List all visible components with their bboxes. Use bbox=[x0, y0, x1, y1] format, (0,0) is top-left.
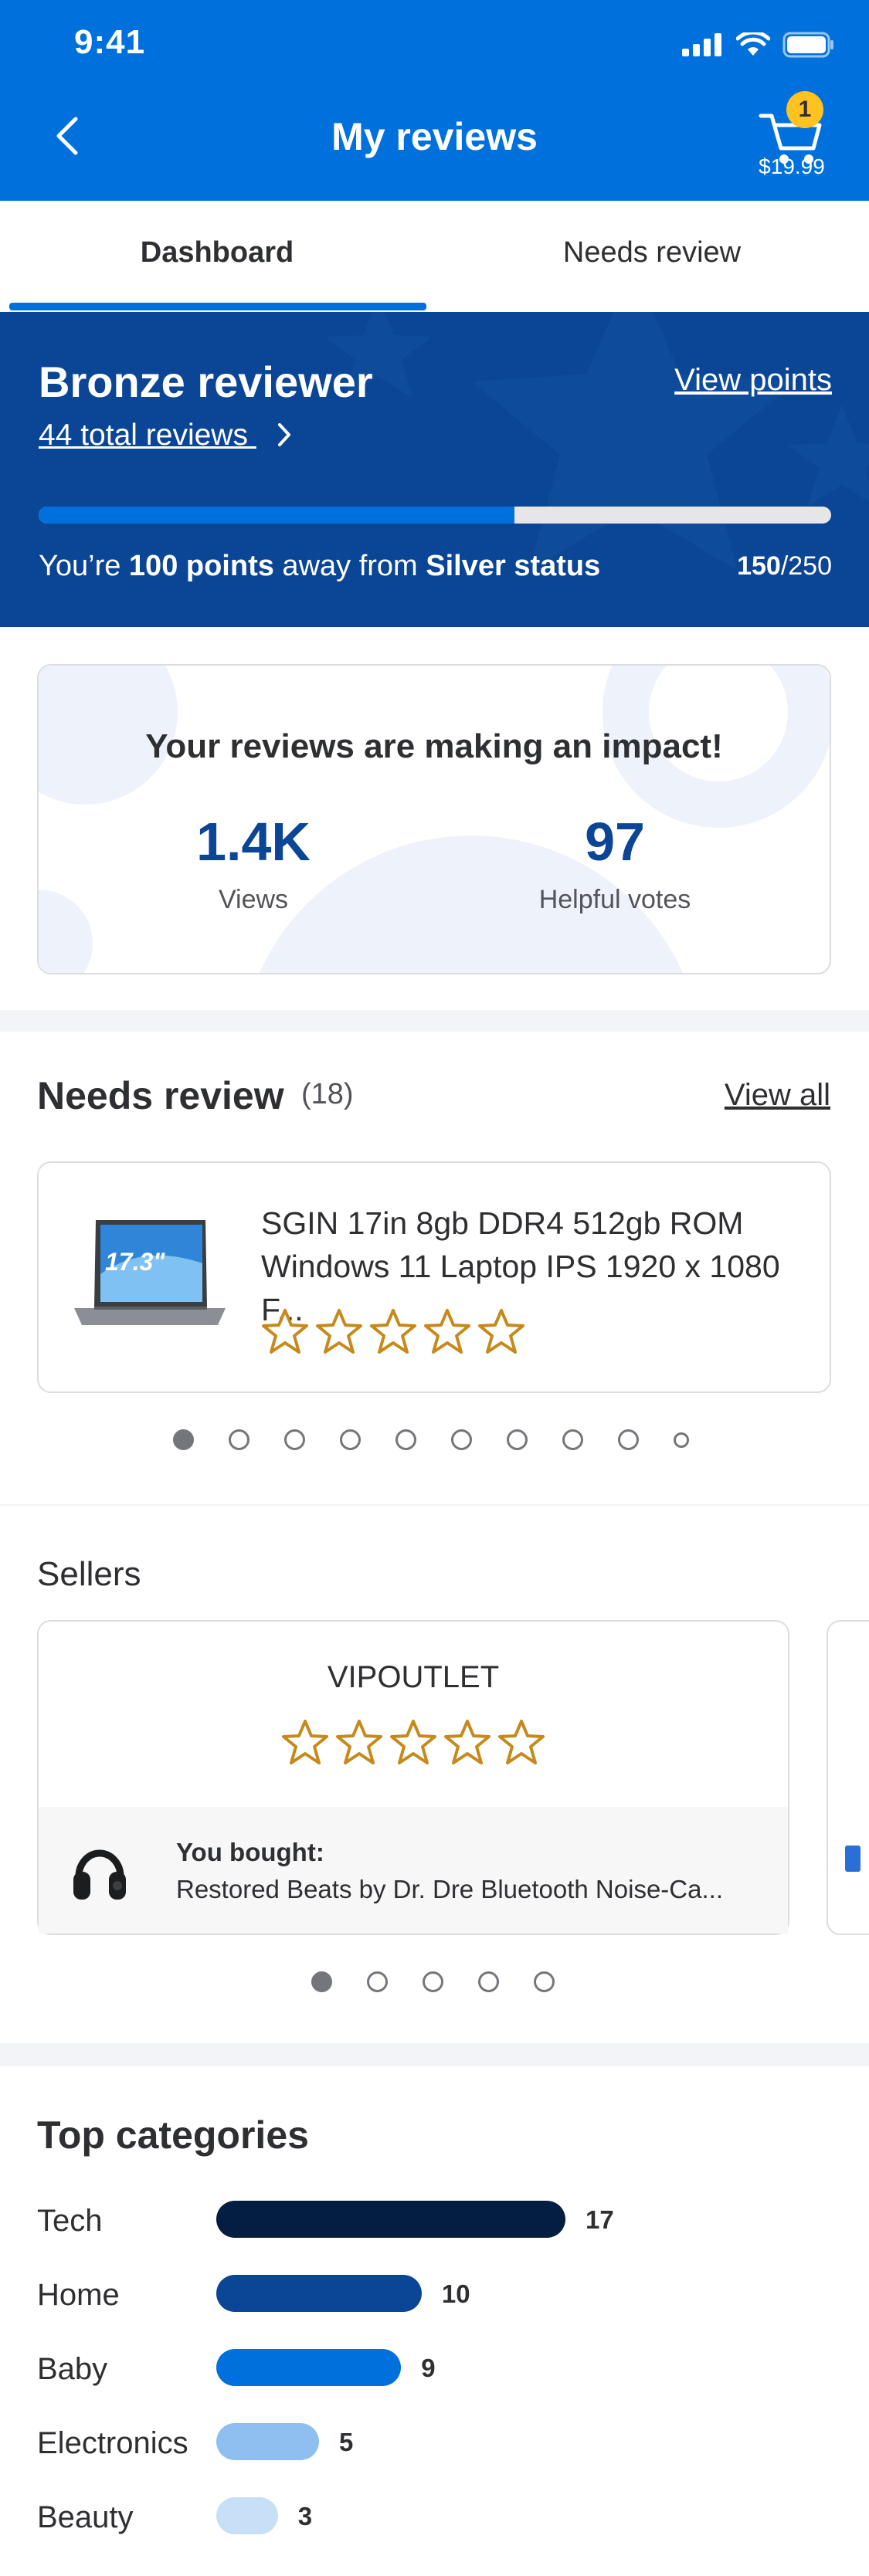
pagination-dot[interactable] bbox=[229, 1429, 249, 1450]
pagination-dot[interactable] bbox=[507, 1429, 528, 1450]
category-label: Home bbox=[37, 2278, 120, 2312]
points-total: /250 bbox=[780, 551, 832, 581]
category-count: 5 bbox=[338, 2428, 354, 2456]
star-outline-icon[interactable] bbox=[335, 1719, 383, 1767]
laptop-image: 17.3" bbox=[74, 1220, 226, 1328]
helpful-votes-value: 97 bbox=[585, 812, 645, 872]
needs-review-count: (18) bbox=[301, 1078, 354, 1110]
category-count: 9 bbox=[421, 2354, 436, 2382]
progress-msg-middle: away from bbox=[273, 550, 426, 582]
points-current: 150 bbox=[737, 551, 781, 581]
star-outline-icon[interactable] bbox=[315, 1308, 363, 1356]
category-count: 10 bbox=[441, 2279, 470, 2308]
pagination-dot[interactable] bbox=[173, 1429, 194, 1450]
bought-item-name: Restored Beats by Dr. Dre Bluetooth Nois… bbox=[176, 1875, 723, 1903]
views-value: 1.4K bbox=[196, 812, 311, 872]
next-seller-card-peek[interactable] bbox=[827, 1620, 869, 1935]
next-seller-product-image bbox=[845, 1846, 861, 1872]
category-row: Home 10 bbox=[0, 2272, 869, 2318]
laptop-screen-size: 17.3" bbox=[105, 1248, 165, 1276]
star-outline-icon[interactable] bbox=[261, 1308, 309, 1356]
star-outline-icon[interactable] bbox=[497, 1719, 545, 1767]
needs-review-pagination bbox=[173, 1429, 724, 1450]
headphones-image bbox=[71, 1838, 128, 1904]
page-title: My reviews bbox=[331, 115, 538, 158]
star-outline-icon[interactable] bbox=[369, 1308, 417, 1356]
category-label: Tech bbox=[37, 2204, 103, 2238]
category-label: Beauty bbox=[37, 2500, 134, 2534]
product-rating-stars[interactable] bbox=[261, 1308, 525, 1356]
active-tab-indicator bbox=[9, 303, 426, 310]
category-row: Baby 9 bbox=[0, 2346, 869, 2392]
needs-review-view-all-link[interactable]: View all bbox=[725, 1078, 830, 1113]
impact-title: Your reviews are making an impact! bbox=[145, 727, 723, 765]
pagination-dot[interactable] bbox=[478, 1971, 499, 1992]
bought-item-band bbox=[39, 1807, 788, 1934]
next-status: Silver status bbox=[426, 550, 601, 582]
category-bar bbox=[216, 2497, 278, 2534]
seller-rating-stars[interactable] bbox=[281, 1719, 545, 1767]
reviewer-level: Bronze reviewer bbox=[39, 358, 373, 406]
top-categories-title: Top categories bbox=[37, 2113, 309, 2157]
category-count: 3 bbox=[297, 2502, 313, 2530]
wifi-icon bbox=[736, 32, 770, 56]
sellers-title: Sellers bbox=[37, 1555, 141, 1593]
tab-needs-review[interactable]: Needs review bbox=[435, 201, 869, 312]
sellers-pagination bbox=[311, 1971, 589, 1992]
points-away: 100 points bbox=[128, 550, 274, 582]
star-outline-icon[interactable] bbox=[281, 1719, 329, 1767]
category-row: Electronics 5 bbox=[0, 2420, 869, 2466]
category-row: Tech 17 bbox=[0, 2198, 869, 2244]
star-outline-icon[interactable] bbox=[423, 1308, 471, 1356]
tab-dashboard[interactable]: Dashboard bbox=[0, 201, 434, 312]
status-time: 9:41 bbox=[74, 23, 146, 61]
category-label: Baby bbox=[37, 2352, 108, 2386]
category-bar bbox=[216, 2275, 422, 2312]
star-outline-icon[interactable] bbox=[477, 1308, 525, 1356]
cart-count-badge: 1 bbox=[786, 91, 823, 128]
pagination-dot[interactable] bbox=[311, 1971, 332, 1992]
points-progress-bar bbox=[39, 507, 831, 524]
star-outline-icon[interactable] bbox=[443, 1719, 491, 1767]
points-count: 150/250 bbox=[737, 551, 832, 581]
progress-msg-prefix: You’re bbox=[39, 550, 129, 582]
pagination-dot[interactable] bbox=[284, 1429, 305, 1450]
needs-review-title: Needs review bbox=[37, 1074, 284, 1117]
total-reviews-link[interactable]: 44 total reviews bbox=[39, 419, 295, 452]
category-bar bbox=[216, 2201, 565, 2238]
category-row: Beauty 3 bbox=[0, 2494, 869, 2540]
chevron-right-icon bbox=[277, 423, 290, 446]
views-label: Views bbox=[218, 885, 289, 914]
pagination-dot[interactable] bbox=[674, 1432, 689, 1448]
points-progress-fill bbox=[39, 507, 514, 524]
pagination-dot[interactable] bbox=[618, 1429, 639, 1450]
seller-name: VIPOUTLET bbox=[327, 1660, 500, 1694]
category-bar bbox=[216, 2423, 319, 2460]
pagination-dot[interactable] bbox=[340, 1429, 361, 1450]
star-outline-icon[interactable] bbox=[389, 1719, 437, 1767]
category-bar bbox=[216, 2349, 402, 2386]
pagination-dot[interactable] bbox=[562, 1429, 583, 1450]
tab-bar: Dashboard Needs review bbox=[0, 201, 869, 312]
progress-message: You’re 100 points away from Silver statu… bbox=[39, 550, 600, 583]
pagination-dot[interactable] bbox=[451, 1429, 472, 1450]
status-icons bbox=[682, 29, 835, 60]
battery-icon bbox=[782, 32, 833, 58]
category-count: 17 bbox=[586, 2205, 614, 2234]
pagination-dot[interactable] bbox=[534, 1971, 555, 1992]
signal-icon bbox=[682, 33, 721, 56]
bought-label: You bought: bbox=[176, 1838, 324, 1866]
total-reviews-text: 44 total reviews bbox=[39, 419, 248, 452]
category-label: Electronics bbox=[37, 2426, 188, 2460]
helpful-votes-label: Helpful votes bbox=[538, 885, 691, 914]
cart-total: $19.99 bbox=[759, 154, 825, 178]
pagination-dot[interactable] bbox=[367, 1971, 388, 1992]
view-points-link[interactable]: View points bbox=[674, 363, 832, 398]
pagination-dot[interactable] bbox=[395, 1429, 416, 1450]
pagination-dot[interactable] bbox=[423, 1971, 443, 1992]
